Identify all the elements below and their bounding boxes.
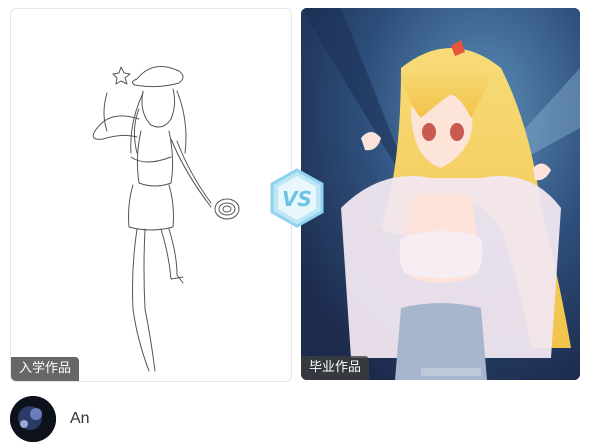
- vs-badge: VS: [269, 168, 325, 228]
- after-artwork[interactable]: 毕业作品: [301, 8, 580, 380]
- artwork-comparison: 入学作品 毕业作品 VS: [10, 8, 581, 382]
- vs-hexagon-icon: VS: [270, 168, 324, 228]
- svg-text:VS: VS: [282, 187, 312, 211]
- before-label: 入学作品: [11, 357, 80, 381]
- author-name[interactable]: An: [70, 410, 90, 428]
- author-avatar[interactable]: [10, 396, 56, 442]
- sketch-image: [92, 66, 240, 372]
- finished-artwork-image: [301, 8, 580, 380]
- author-row[interactable]: An: [10, 396, 90, 442]
- before-artwork[interactable]: 入学作品: [10, 8, 292, 382]
- after-label: 毕业作品: [301, 356, 370, 380]
